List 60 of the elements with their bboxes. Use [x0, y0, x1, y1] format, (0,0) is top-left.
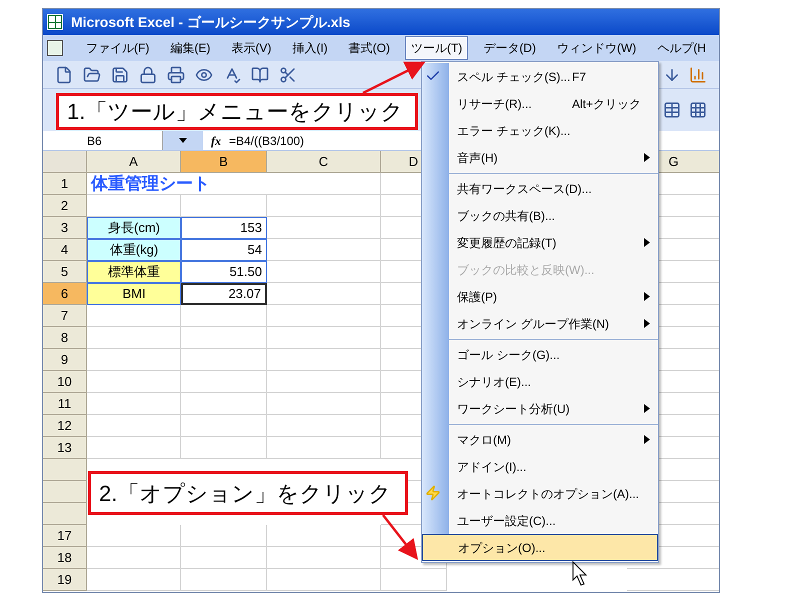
- menu-item[interactable]: 編集(E): [164, 36, 216, 60]
- menu-item[interactable]: マクロ(M): [449, 426, 658, 453]
- row-header[interactable]: 4: [43, 239, 87, 261]
- row-header[interactable]: 17: [43, 525, 87, 547]
- shortcut-label: Alt+クリック: [572, 96, 642, 112]
- menu-item[interactable]: シナリオ(E)...: [449, 368, 658, 395]
- menu-item[interactable]: 挿入(I): [286, 36, 334, 60]
- menu-item[interactable]: 変更履歴の記録(T): [449, 229, 658, 256]
- table-cell: 51.50: [181, 261, 267, 283]
- row-header[interactable]: 13: [43, 437, 87, 459]
- row-header[interactable]: 6: [43, 283, 87, 305]
- menu-item[interactable]: ファイル(F): [80, 36, 156, 60]
- row-header[interactable]: 8: [43, 327, 87, 349]
- column-header[interactable]: B: [181, 151, 267, 173]
- row-header[interactable]: 11: [43, 393, 87, 415]
- menu-item[interactable]: オプション(O)...: [422, 534, 658, 561]
- table-cell: 23.07: [181, 283, 267, 305]
- row-header[interactable]: 5: [43, 261, 87, 283]
- table-cell: 体重管理シート: [87, 173, 267, 195]
- menu-item[interactable]: ブックの共有(B)...: [449, 202, 658, 229]
- menu-item[interactable]: ヘルプ(H: [651, 36, 712, 60]
- table-cell: BMI: [87, 283, 181, 305]
- menu-item[interactable]: 表示(V): [225, 36, 278, 60]
- menu-item[interactable]: リサーチ(R)... Alt+クリック: [449, 90, 658, 117]
- menu-item[interactable]: エラー チェック(K)...: [449, 117, 658, 144]
- function-button[interactable]: fx: [203, 132, 229, 150]
- table-cell: 身長(cm): [87, 217, 181, 239]
- shortcut-label: F7: [572, 68, 588, 86]
- row-header[interactable]: 19: [43, 569, 87, 591]
- formula-field[interactable]: =B4/((B3/100): [229, 132, 304, 150]
- row-header[interactable]: 7: [43, 305, 87, 327]
- table-cell: 153: [181, 217, 267, 239]
- callout: 2.「オプション」をクリック: [88, 471, 408, 515]
- row-header[interactable]: 10: [43, 371, 87, 393]
- menu-item[interactable]: ウィンドウ(W): [550, 36, 642, 60]
- column-header[interactable]: C: [267, 151, 381, 173]
- menu-item[interactable]: ゴール シーク(G)...: [449, 341, 658, 368]
- row-header[interactable]: 3: [43, 217, 87, 239]
- menu-item[interactable]: アドイン(I)...: [449, 453, 658, 480]
- menu-item[interactable]: データ(D): [477, 36, 542, 60]
- menu-item[interactable]: ワークシート分析(U): [449, 395, 658, 422]
- row-header[interactable]: 18: [43, 547, 87, 569]
- menu-item[interactable]: 保護(P): [449, 283, 658, 310]
- callout: 1.「ツール」メニューをクリック: [56, 93, 418, 130]
- column-header[interactable]: A: [87, 151, 181, 173]
- row-header[interactable]: 1: [43, 173, 87, 195]
- table-cell: 54: [181, 239, 267, 261]
- row-header[interactable]: 9: [43, 349, 87, 371]
- row-header[interactable]: 12: [43, 415, 87, 437]
- window-title: Microsoft Excel - ゴールシークサンプル.xls: [71, 12, 350, 32]
- menu-item[interactable]: 書式(O): [342, 36, 396, 60]
- menu-item[interactable]: オートコレクトのオプション(A)...: [449, 480, 658, 507]
- table-cell: 体重(kg): [87, 239, 181, 261]
- menu-item[interactable]: ツール(T): [404, 36, 468, 60]
- menu-item[interactable]: 共有ワークスペース(D)...: [449, 175, 658, 202]
- row-header[interactable]: 2: [43, 195, 87, 217]
- menu-item[interactable]: オンライン グループ作業(N): [449, 310, 658, 337]
- menu-item[interactable]: ユーザー設定(C)...: [449, 507, 658, 534]
- table-cell: 標準体重: [87, 261, 181, 283]
- menu-item[interactable]: スペル チェック(S)...F7: [449, 63, 658, 90]
